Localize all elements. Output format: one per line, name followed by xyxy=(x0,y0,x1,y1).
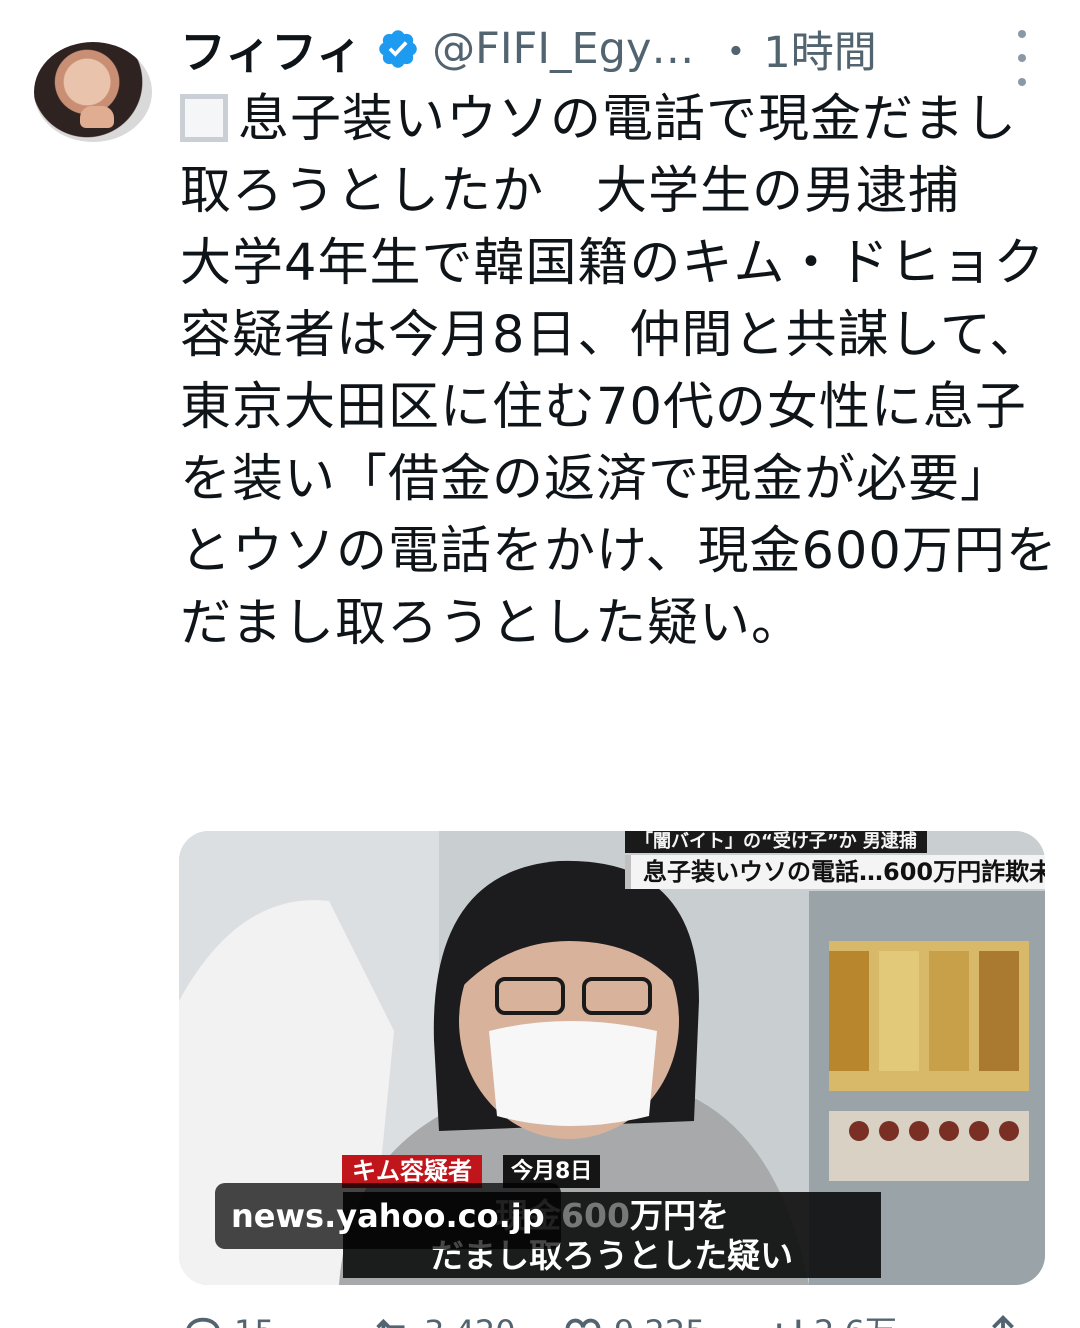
tweet-body: 大学4年生で韓国籍のキム・ドヒョク容疑者は今月8日、仲間と共謀して、東京大田区に… xyxy=(180,234,1058,653)
tweet-headline: 息子装いウソの電話で現金だまし取ろうとしたか 大学生の男逮捕 xyxy=(180,90,1017,221)
verified-badge-icon xyxy=(379,30,417,68)
header-separator: ・ xyxy=(714,28,758,78)
reply-icon xyxy=(186,1317,220,1328)
like-count: 9,225 xyxy=(614,1312,706,1328)
views-icon xyxy=(777,1319,801,1328)
avatar-hand xyxy=(80,106,114,128)
tweet-time[interactable]: 1時間 xyxy=(763,18,876,80)
news-ticker-main: 息子装いウソの電話…600万円詐欺未遂か xyxy=(625,855,1045,889)
more-icon[interactable] xyxy=(1010,30,1034,86)
caption-line1: 万円を xyxy=(629,1196,729,1235)
link-domain[interactable]: news.yahoo.co.jp xyxy=(215,1183,561,1249)
reply-button[interactable]: 15 xyxy=(180,1312,275,1328)
share-icon xyxy=(992,1315,1014,1328)
retweet-count: 3,420 xyxy=(424,1312,516,1328)
like-button[interactable]: 9,225 xyxy=(560,1312,706,1328)
retweet-button[interactable]: 3,420 xyxy=(370,1312,516,1328)
author-name[interactable]: フィフィ xyxy=(180,16,362,82)
author-handle[interactable]: @FIFI_Egy… xyxy=(432,24,694,74)
like-icon xyxy=(565,1318,601,1328)
avatar[interactable] xyxy=(34,42,152,142)
reply-count: 15 xyxy=(234,1312,275,1328)
news-ticker-top: 「闇バイト」の“受け子”か 男逮捕 xyxy=(625,831,927,853)
share-button[interactable] xyxy=(980,1312,1026,1328)
tweet-text: 息子装いウソの電話で現金だまし取ろうとしたか 大学生の男逮捕 大学4年生で韓国籍… xyxy=(180,84,1060,660)
action-bar: 15 3,420 9,225 2.6万 xyxy=(180,1312,1040,1328)
square-emoji-icon xyxy=(180,94,228,142)
tweet-header: フィフィ @FIFI_Egy… ・ 1時間 xyxy=(180,14,877,84)
views-button[interactable]: 2.6万 xyxy=(760,1312,897,1328)
retweet-icon xyxy=(376,1318,405,1328)
media-card[interactable]: 「闇バイト」の“受け子”か 男逮捕 息子装いウソの電話…600万円詐欺未遂か キ… xyxy=(179,831,1045,1285)
views-count: 2.6万 xyxy=(814,1312,897,1328)
